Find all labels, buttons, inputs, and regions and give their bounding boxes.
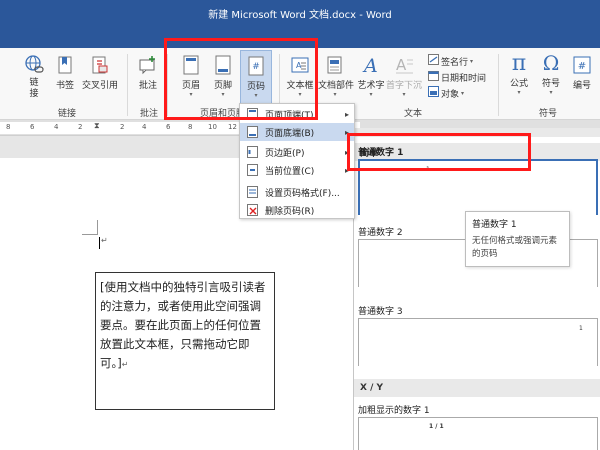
wordart-icon: A (361, 54, 381, 76)
group-label-symbols: 符号 (539, 109, 558, 119)
dropcap-button[interactable]: A 首字下沉 ▾ (386, 54, 422, 99)
page-number-gallery[interactable]: 简单 普通数字 1 1 普通数字 2 普通数字 3 1 X / Y 加粗显示的数… (353, 128, 600, 450)
gallery-item-label: 加粗显示的数字 1 (358, 406, 430, 416)
svg-text:A: A (362, 55, 378, 76)
menu-item-current-position[interactable]: 当前位置(C) ▸ (240, 161, 354, 179)
cross-reference-button[interactable]: 交叉引用 (80, 54, 120, 91)
indent-marker-icon[interactable]: ⧗ (94, 121, 100, 131)
chevron-down-icon: ▾ (369, 91, 373, 98)
quick-parts-icon (325, 54, 345, 76)
chevron-down-icon: ▾ (402, 91, 406, 98)
tooltip-description: 无任何格式或强调元素的页码 (472, 236, 558, 259)
gallery-item-plain-number-3[interactable]: 1 (358, 318, 598, 366)
chevron-down-icon: ▾ (461, 89, 465, 97)
tooltip-title: 普通数字 1 (472, 220, 517, 230)
title-bar: 新建 Microsoft Word 文档.docx - Word (0, 0, 600, 24)
pi-icon: π (511, 50, 527, 76)
margin-corner-mark (97, 220, 98, 235)
page-margins-icon (245, 146, 259, 158)
symbol-button[interactable]: Ω 符号 ▾ (537, 51, 565, 97)
textbox-text: [使用文档中的独特引言吸引读者的注意力，或者使用此空间强调要点。要在此页面上的任… (100, 280, 266, 370)
comment-button[interactable]: 批注 (133, 54, 163, 91)
highlight-box-header-footer (164, 38, 318, 120)
bookmark-icon (55, 54, 75, 76)
date-time-button[interactable]: 日期和时间 (428, 70, 486, 84)
comment-plus-icon (138, 54, 158, 76)
chevron-down-icon: ▾ (470, 57, 474, 65)
numbering-button[interactable]: # 编号 (568, 54, 596, 91)
format-page-numbers-icon (245, 186, 259, 198)
gallery-section-xy: X / Y (354, 379, 600, 397)
menu-item-bottom-of-page[interactable]: 页面底端(B) ▸ (240, 123, 354, 141)
menu-item-page-margins[interactable]: 页边距(P) ▸ (240, 143, 354, 161)
remove-page-numbers-icon (245, 204, 259, 216)
cross-reference-icon (90, 54, 110, 76)
group-label-comments: 批注 (140, 109, 159, 119)
chevron-right-icon: ▸ (344, 109, 349, 119)
group-divider (127, 54, 128, 116)
gallery-item-label: 普通数字 2 (358, 228, 403, 238)
chevron-down-icon: ▾ (549, 89, 553, 96)
object-icon (428, 86, 439, 100)
chevron-down-icon: ▾ (517, 89, 521, 96)
page-number-menu: 页面顶端(T) ▸ 页面底端(B) ▸ 页边距(P) ▸ 当前位置(C) ▸ 设… (239, 103, 355, 219)
group-divider (498, 54, 499, 116)
gallery-item-bold-number-1[interactable]: 1 / 1 (358, 417, 598, 450)
numbering-icon: # (572, 54, 592, 76)
omega-icon: Ω (542, 51, 560, 75)
object-button[interactable]: 对象 ▾ (428, 86, 464, 100)
svg-text:#: # (578, 61, 586, 72)
highlight-box-plain-number-1 (347, 133, 531, 171)
group-label-text: 文本 (404, 109, 423, 119)
dropcap-icon: A (394, 54, 414, 76)
signature-line-button[interactable]: 签名行 ▾ (428, 54, 473, 68)
svg-text:A: A (396, 56, 407, 74)
calendar-icon (428, 70, 439, 84)
group-label-links: 链接 (58, 109, 77, 119)
menu-item-format-page-numbers[interactable]: 设置页码格式(F)... (240, 183, 354, 201)
gallery-item-label: 普通数字 3 (358, 307, 403, 317)
paragraph-mark: ↵ (121, 360, 129, 369)
pull-quote-textbox[interactable]: [使用文档中的独特引言吸引读者的注意力，或者使用此空间强调要点。要在此页面上的任… (95, 272, 275, 410)
text-cursor (99, 237, 100, 249)
signature-line-icon (428, 54, 439, 68)
chevron-down-icon: ▾ (333, 91, 337, 98)
window-title: 新建 Microsoft Word 文档.docx - Word (208, 10, 392, 21)
wordart-button[interactable]: A 艺术字 ▾ (356, 54, 386, 99)
menu-item-remove-page-numbers[interactable]: 删除页码(R) (240, 201, 354, 219)
globe-link-icon (24, 54, 44, 76)
paragraph-mark: ↵ (101, 236, 108, 245)
bookmark-button[interactable]: 书签 (52, 54, 78, 91)
current-position-icon (245, 164, 259, 176)
equation-button[interactable]: π 公式 ▾ (505, 50, 533, 97)
quick-parts-button[interactable]: 文档部件 ▾ (318, 54, 354, 99)
link-button[interactable]: 链 接 (20, 54, 48, 100)
gallery-tooltip: 普通数字 1 无任何格式或强调元素的页码 (465, 211, 570, 267)
margin-corner-mark (82, 234, 97, 235)
bottom-of-page-icon (245, 126, 259, 138)
